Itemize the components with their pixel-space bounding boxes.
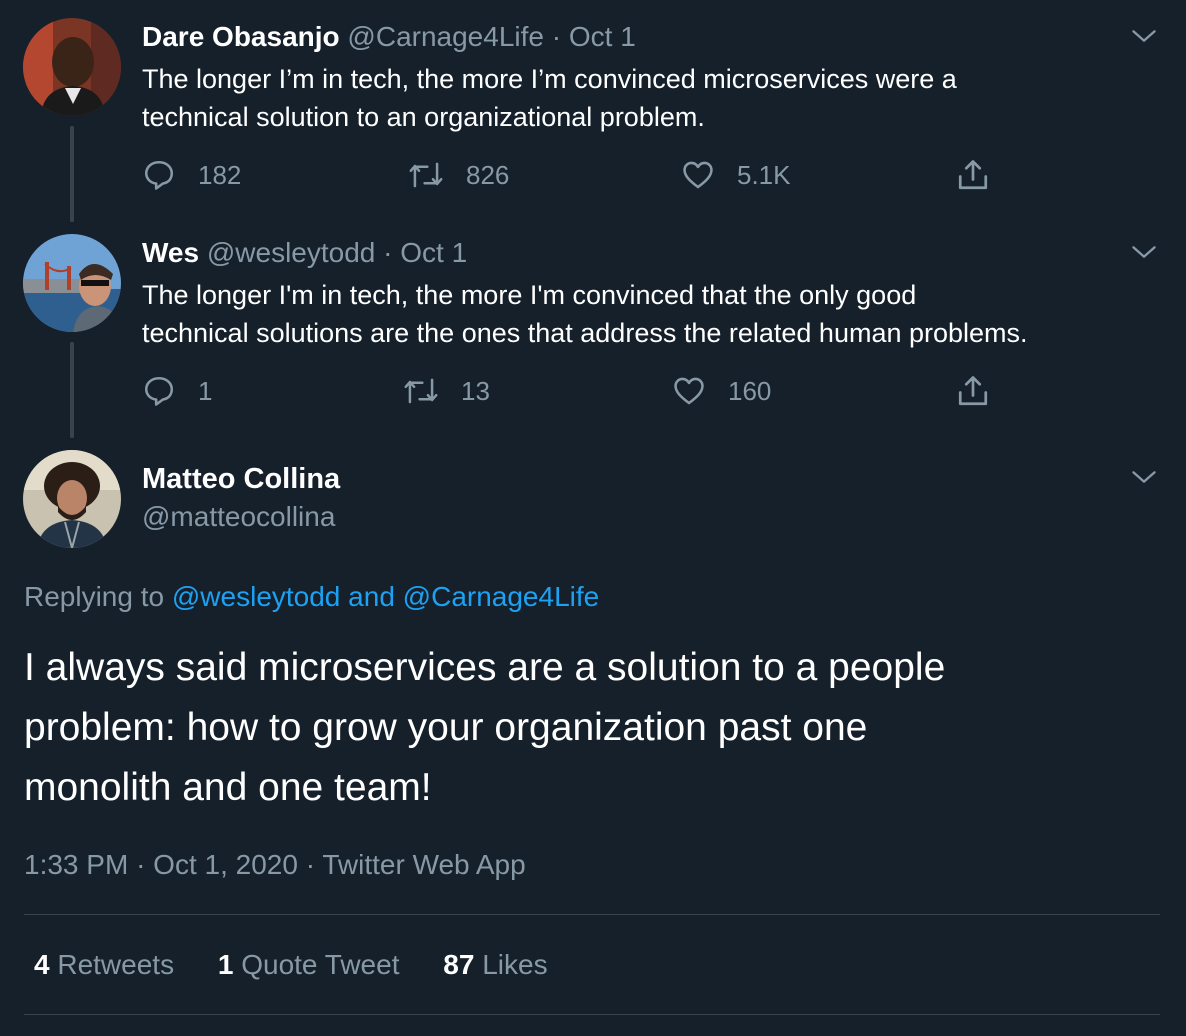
chevron-down-icon[interactable] bbox=[1130, 22, 1158, 50]
reply-button[interactable]: 182 bbox=[142, 155, 241, 195]
reply-count: 182 bbox=[198, 159, 242, 190]
mention-link[interactable]: @Carnage4Life bbox=[403, 581, 600, 612]
tweet-date[interactable]: Oct 1 bbox=[569, 21, 636, 52]
separator: · bbox=[136, 849, 146, 880]
quotes-stat[interactable]: 1 Quote Tweet bbox=[218, 949, 400, 980]
tweet-text-line: problem: how to grow your organization p… bbox=[24, 706, 868, 749]
divider bbox=[24, 1014, 1160, 1015]
reply-button[interactable]: 1 bbox=[142, 371, 212, 411]
tweet-time[interactable]: 1:33 PM bbox=[24, 849, 128, 880]
tweet-date[interactable]: Oct 1 bbox=[400, 237, 467, 268]
main-tweet-text: I always said microservices are a soluti… bbox=[24, 638, 1154, 818]
like-button[interactable]: 160 bbox=[672, 371, 771, 411]
retweets-label: Retweets bbox=[57, 949, 175, 980]
tweet-meta: 1:33 PM · Oct 1, 2020 · Twitter Web App bbox=[24, 846, 526, 884]
thread-line bbox=[70, 342, 74, 438]
quotes-label: Quote Tweet bbox=[241, 949, 400, 980]
author-name[interactable]: Matteo Collina bbox=[142, 461, 340, 497]
author-name[interactable]: Wes bbox=[142, 237, 199, 268]
retweet-icon bbox=[404, 378, 438, 404]
chevron-down-icon[interactable] bbox=[1130, 238, 1158, 266]
share-button[interactable] bbox=[955, 155, 1013, 195]
reply-icon bbox=[144, 160, 174, 190]
tweet-source[interactable]: Twitter Web App bbox=[322, 849, 525, 880]
share-icon bbox=[958, 160, 988, 190]
tweet-text-line: The longer I’m in tech, the more I’m con… bbox=[142, 64, 957, 94]
heart-icon bbox=[674, 377, 704, 405]
tweet-text-line: monolith and one team! bbox=[24, 766, 432, 809]
tweet-text-line: I always said microservices are a soluti… bbox=[24, 646, 946, 689]
tweet-text: The longer I’m in tech, the more I’m con… bbox=[142, 60, 1172, 136]
retweet-button[interactable]: 13 bbox=[403, 371, 490, 411]
like-count: 160 bbox=[728, 375, 772, 406]
retweet-count: 13 bbox=[461, 375, 490, 406]
avatar[interactable] bbox=[23, 234, 121, 332]
chevron-down-icon[interactable] bbox=[1130, 463, 1158, 491]
author-handle[interactable]: @wesleytodd bbox=[207, 237, 376, 268]
heart-icon bbox=[683, 161, 713, 189]
quotes-count: 1 bbox=[217, 949, 234, 980]
replying-to: Replying to @wesleytodd and @Carnage4Lif… bbox=[24, 579, 599, 615]
author-name[interactable]: Dare Obasanjo bbox=[142, 21, 340, 52]
tweet-text: The longer I'm in tech, the more I'm con… bbox=[142, 276, 1172, 352]
retweet-count: 826 bbox=[466, 159, 510, 190]
retweets-count: 4 bbox=[34, 949, 50, 980]
mention-link[interactable]: @wesleytodd bbox=[172, 581, 341, 612]
share-button[interactable] bbox=[955, 371, 1013, 411]
retweet-button[interactable]: 826 bbox=[408, 155, 509, 195]
avatar[interactable] bbox=[23, 450, 121, 548]
retweets-stat[interactable]: 4 Retweets bbox=[34, 949, 174, 980]
like-count: 5.1K bbox=[737, 159, 791, 190]
author-handle[interactable]: @Carnage4Life bbox=[347, 21, 544, 52]
author-handle[interactable]: @matteocollina bbox=[142, 499, 335, 535]
reply-icon bbox=[144, 376, 174, 406]
thread-line bbox=[70, 126, 74, 222]
tweet-text-line: technical solutions are the ones that ad… bbox=[142, 318, 1028, 348]
tweet-header: Wes @wesleytodd · Oct 1 bbox=[142, 235, 467, 271]
likes-label: Likes bbox=[482, 949, 548, 980]
tweet-date[interactable]: Oct 1, 2020 bbox=[153, 849, 298, 880]
retweet-icon bbox=[409, 162, 443, 188]
tweet-stats: 4 Retweets 1 Quote Tweet 87 Likes bbox=[34, 946, 584, 984]
tweet-text-line: The longer I'm in tech, the more I'm con… bbox=[142, 280, 917, 310]
reply-count: 1 bbox=[198, 375, 213, 406]
tweet-header: Dare Obasanjo @Carnage4Life · Oct 1 bbox=[142, 19, 636, 55]
share-icon bbox=[958, 376, 988, 406]
separator: · bbox=[383, 237, 393, 268]
replying-and[interactable]: and bbox=[348, 581, 395, 612]
separator: · bbox=[551, 21, 562, 52]
likes-stat[interactable]: 87 Likes bbox=[443, 949, 547, 980]
replying-prefix: Replying to bbox=[24, 581, 165, 612]
avatar[interactable] bbox=[23, 18, 121, 116]
like-button[interactable]: 5.1K bbox=[681, 155, 791, 195]
separator: · bbox=[305, 849, 316, 880]
divider bbox=[24, 914, 1160, 915]
likes-count: 87 bbox=[443, 949, 475, 980]
tweet-text-line: technical solution to an organizational … bbox=[142, 102, 705, 132]
